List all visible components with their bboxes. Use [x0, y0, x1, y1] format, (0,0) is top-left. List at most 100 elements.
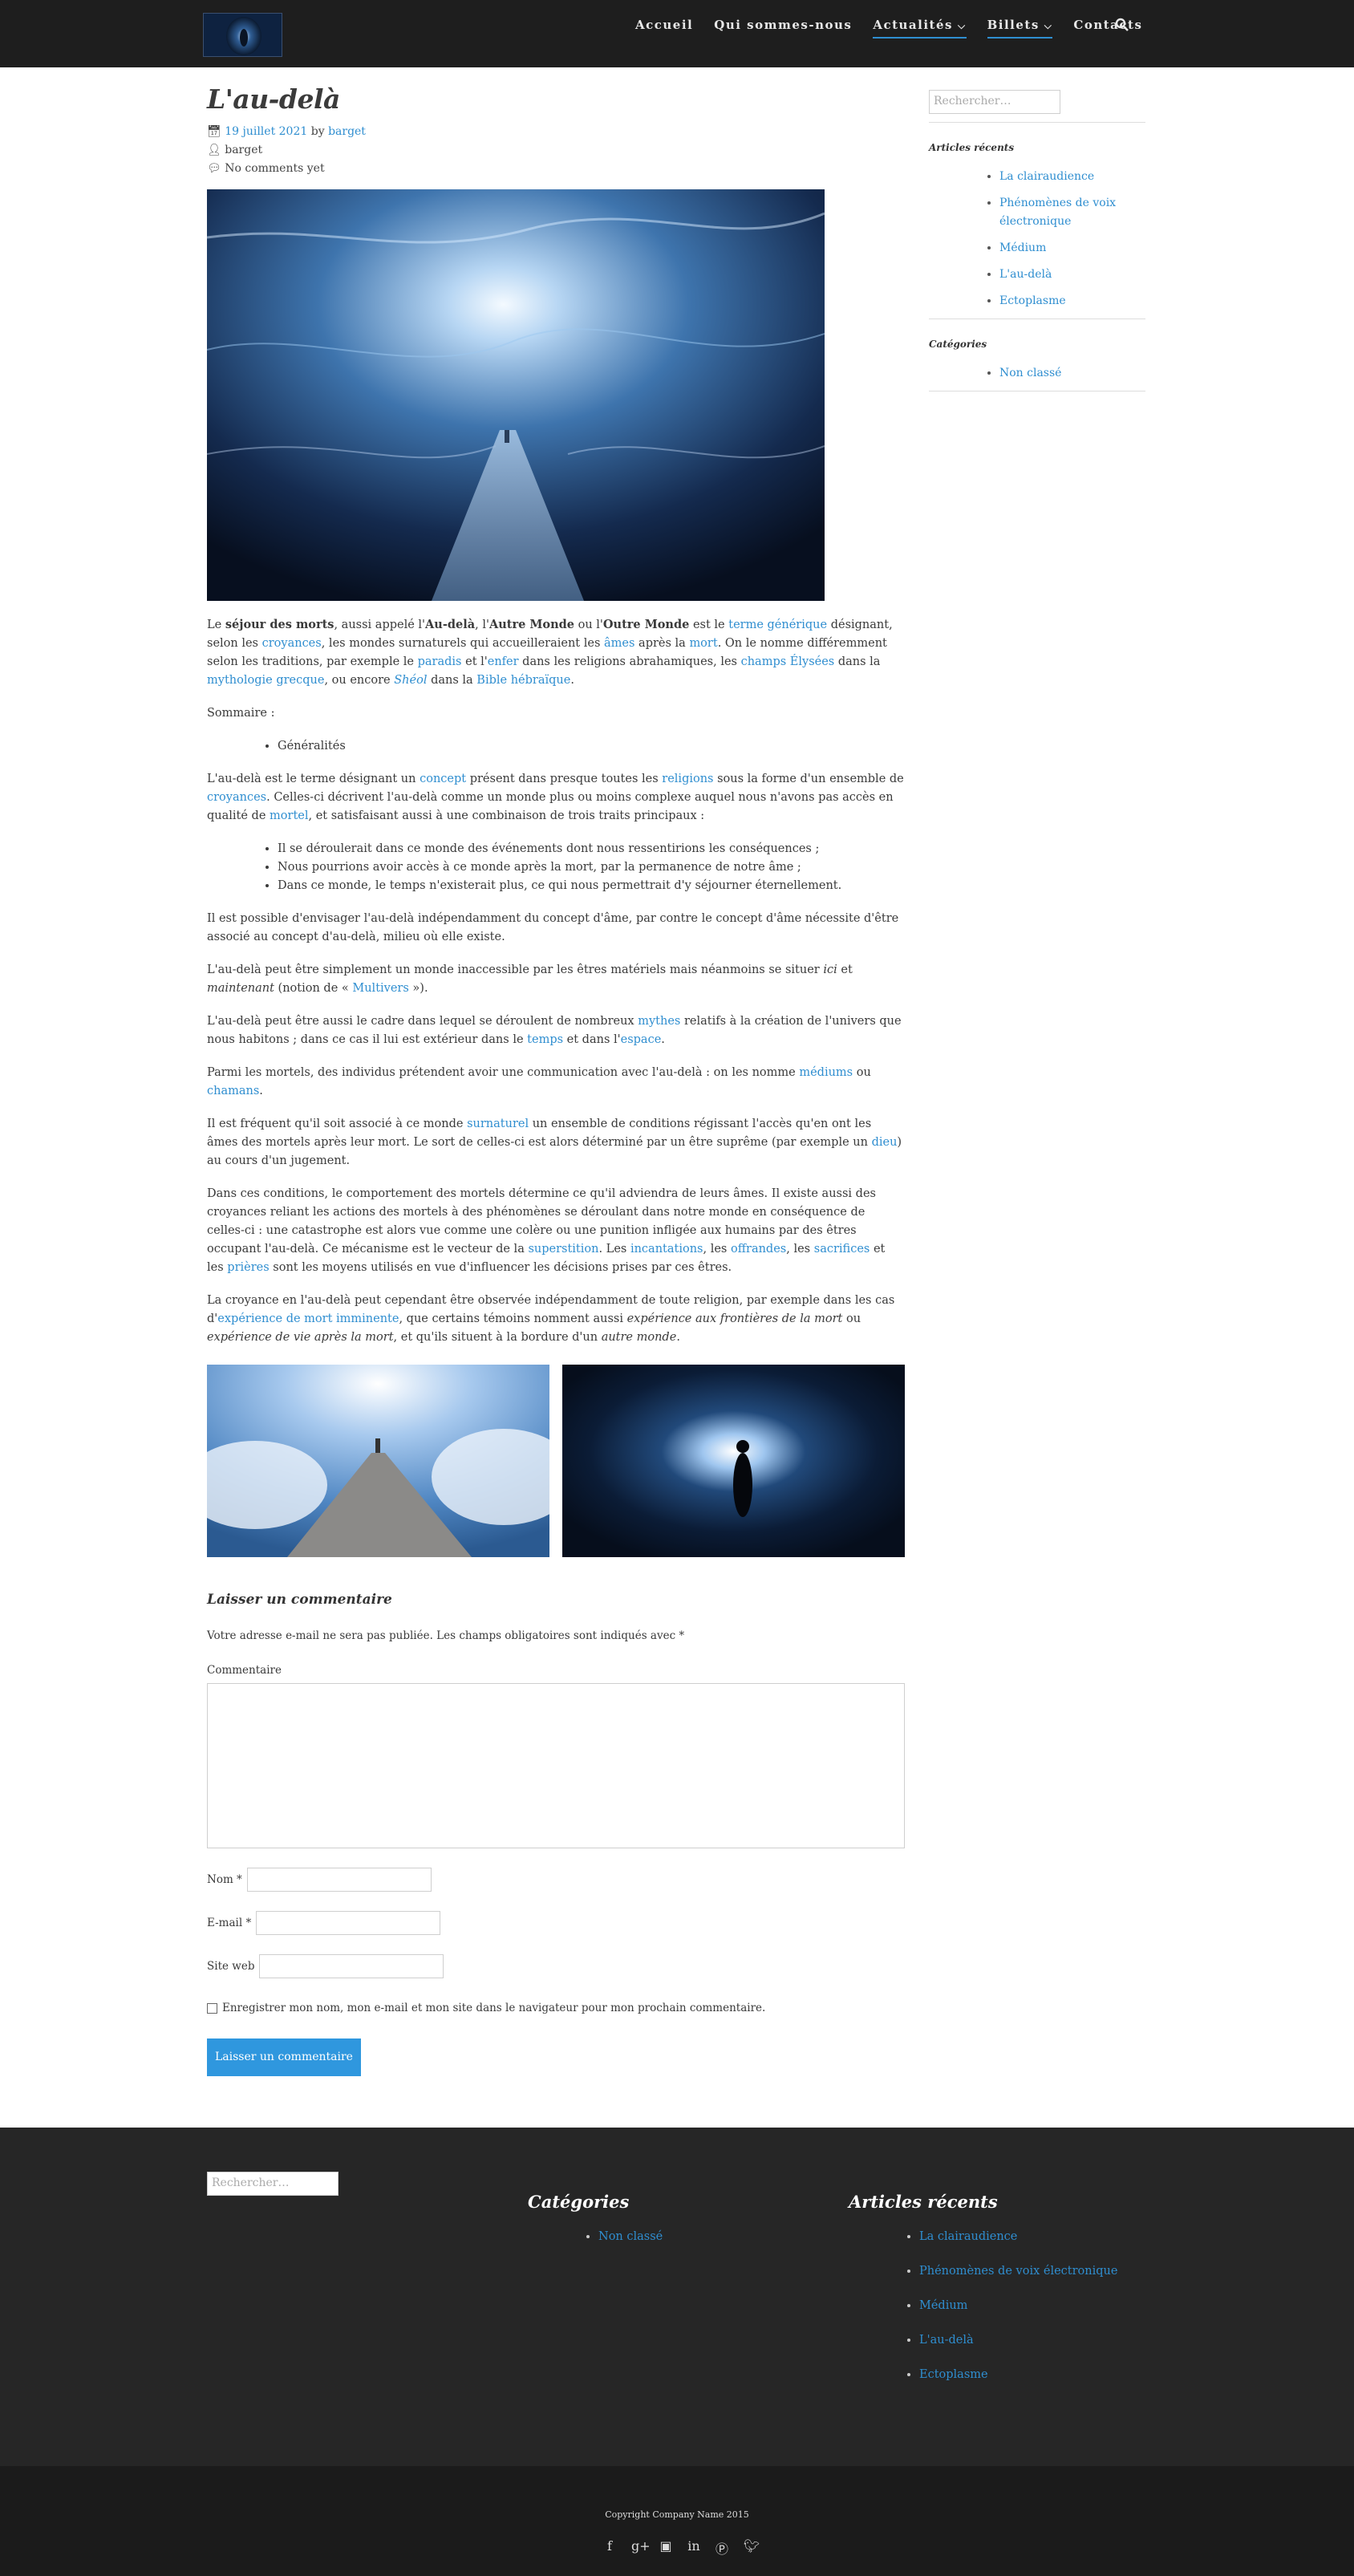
inline-link[interactable]: enfer	[488, 655, 519, 668]
list-link[interactable]: Médium	[919, 2299, 967, 2312]
sidebar: Rechercher… Articles récents La clairaud…	[929, 90, 1145, 391]
copyright: Copyright Company Name 2015	[605, 2509, 749, 2520]
inline-link[interactable]: prières	[227, 1261, 269, 1274]
text-segment: , que certains témoins nomment aussi	[399, 1312, 627, 1325]
save-info-checkbox-row: Enregistrer mon nom, mon e-mail et mon s…	[207, 1999, 905, 2018]
menu-item-contacts[interactable]: Contacts	[1073, 18, 1142, 39]
facebook-icon[interactable]: f	[603, 2538, 616, 2558]
menu-item-actualites[interactable]: Actualités ⌵	[873, 18, 967, 39]
inline-link[interactable]: mort	[689, 637, 717, 650]
post-meta: 📅︎ 19 juillet 2021 by barget 👤︎ barget 💬…	[207, 125, 366, 175]
bold-text: Au-delà	[425, 618, 476, 631]
name-input[interactable]	[246, 1868, 432, 1892]
website-input[interactable]	[259, 1954, 444, 1978]
footer-recent-title: Articles récents	[849, 2192, 998, 2212]
comment-textarea[interactable]	[207, 1683, 905, 1848]
footer-categories-title: Catégories	[528, 2192, 630, 2212]
pinterest-icon[interactable]: Ⓟ	[716, 2538, 728, 2558]
text-segment: , et qu'ils situent à la bordure d'un	[393, 1331, 602, 1344]
bold-text: Autre Monde	[488, 618, 574, 631]
list-link[interactable]: Non classé	[999, 367, 1061, 379]
inline-link[interactable]: expérience de mort imminente	[217, 1312, 399, 1325]
inline-link[interactable]: croyances	[207, 791, 266, 804]
inline-link[interactable]: concept	[420, 773, 466, 785]
divider	[929, 122, 1145, 123]
list-item: La clairaudience	[919, 2228, 1117, 2246]
inline-link[interactable]: espace	[621, 1033, 662, 1046]
inline-link[interactable]: incantations	[630, 1243, 703, 1256]
twitter-icon[interactable]: 🐦︎	[744, 2538, 760, 2558]
inline-link[interactable]: champs Élysées	[741, 655, 835, 668]
sidebar-search-input[interactable]: Rechercher…	[929, 90, 1060, 114]
list-link[interactable]: Phénomènes de voix électronique	[999, 197, 1116, 228]
top-navbar: Accueil Qui sommes-nous Actualités ⌵ Bill…	[0, 0, 1354, 67]
inline-link[interactable]: mythes	[638, 1015, 680, 1028]
menu-item-billets[interactable]: Billets ⌵	[987, 18, 1053, 39]
inline-link[interactable]: médiums	[799, 1066, 853, 1079]
summary-list: Généralités	[278, 737, 905, 756]
text-segment: , ou encore	[324, 674, 395, 687]
text-segment: , l'	[475, 619, 489, 631]
inline-link[interactable]: paradis	[418, 655, 462, 668]
instagram-icon[interactable]: ▣	[659, 2538, 672, 2558]
inline-link[interactable]: Bible hébraïque	[476, 674, 570, 687]
google-plus-icon[interactable]: g+	[631, 2538, 651, 2558]
post-date-link[interactable]: 19 juillet 2021	[225, 125, 307, 138]
inline-link[interactable]: croyances	[262, 637, 322, 650]
inline-link[interactable]: mortel	[270, 809, 308, 822]
list-item: L'au-delà	[999, 266, 1145, 284]
inline-link[interactable]: surnaturel	[467, 1118, 529, 1130]
footer-search-input[interactable]: Rechercher…	[207, 2172, 338, 2196]
site-logo[interactable]	[203, 13, 282, 57]
menu-item-qui-sommes-nous[interactable]: Qui sommes-nous	[714, 18, 852, 39]
page-title: L'au-delà	[207, 83, 340, 115]
menu-item-accueil[interactable]: Accueil	[635, 18, 693, 39]
divider	[929, 318, 1145, 319]
list-link[interactable]: Ectoplasme	[999, 294, 1066, 307]
text-segment: dans les religions abrahamiques, les	[518, 655, 741, 668]
list-link[interactable]: La clairaudience	[919, 2230, 1017, 2243]
bottom-bar: Copyright Company Name 2015 f g+ ▣ in Ⓟ …	[0, 2466, 1354, 2576]
inline-link[interactable]: terme générique	[728, 619, 827, 631]
linkedin-icon[interactable]: in	[687, 2538, 700, 2558]
text-segment: Il est possible d'envisager l'au-delà in…	[207, 912, 899, 943]
inline-link[interactable]: âmes	[604, 637, 634, 650]
list-link[interactable]: L'au-delà	[919, 2334, 974, 2347]
bold-text: Outre Monde	[602, 618, 690, 631]
paragraph-5: L'au-delà peut être aussi le cadre dans …	[207, 1012, 905, 1049]
inline-link[interactable]: dieu	[872, 1136, 898, 1149]
inline-link[interactable]: religions	[662, 773, 713, 785]
inline-link[interactable]: offrandes	[731, 1243, 786, 1256]
inline-link[interactable]: Multivers	[352, 982, 408, 995]
inline-link[interactable]: mythologie grecque	[207, 674, 324, 687]
text-segment: , et satisfaisant aussi à une combinaiso…	[308, 809, 705, 822]
list-link[interactable]: Non classé	[598, 2230, 663, 2243]
inline-link[interactable]: superstition	[528, 1243, 598, 1256]
list-link[interactable]: La clairaudience	[999, 170, 1094, 183]
list-link[interactable]: Médium	[999, 241, 1046, 254]
author-link[interactable]: barget	[328, 125, 366, 138]
email-input[interactable]	[256, 1911, 441, 1935]
list-link[interactable]: L'au-delà	[999, 268, 1052, 281]
text-segment: .	[661, 1033, 665, 1046]
paragraph-7: Il est fréquent qu'il soit associé à ce …	[207, 1115, 905, 1170]
image-gallery	[207, 1365, 905, 1557]
paragraph-6: Parmi les mortels, des individus prétend…	[207, 1064, 905, 1101]
inline-link[interactable]: Shéol	[394, 674, 427, 687]
submit-comment-button[interactable]: Laisser un commentaire	[207, 2038, 361, 2076]
hero-image	[207, 189, 825, 601]
save-info-checkbox[interactable]	[207, 2003, 217, 2014]
text-segment: et l'	[461, 655, 488, 668]
inline-link[interactable]: temps	[527, 1033, 563, 1046]
footer-categories: Catégories Non classé	[528, 2192, 663, 2262]
text-segment: , les	[703, 1243, 731, 1256]
inline-link[interactable]: sacrifices	[814, 1243, 870, 1256]
chevron-down-icon: ⌵	[957, 20, 967, 31]
list-link[interactable]: Phénomènes de voix électronique	[919, 2265, 1117, 2278]
list-link[interactable]: Ectoplasme	[919, 2368, 988, 2381]
search-icon[interactable]	[1115, 18, 1129, 32]
inline-link[interactable]: chamans	[207, 1085, 259, 1097]
list-item: L'au-delà	[919, 2331, 1117, 2350]
footer-recent-list: La clairaudience Phénomènes de voix élect…	[919, 2228, 1117, 2384]
text-segment: est le	[689, 619, 729, 631]
